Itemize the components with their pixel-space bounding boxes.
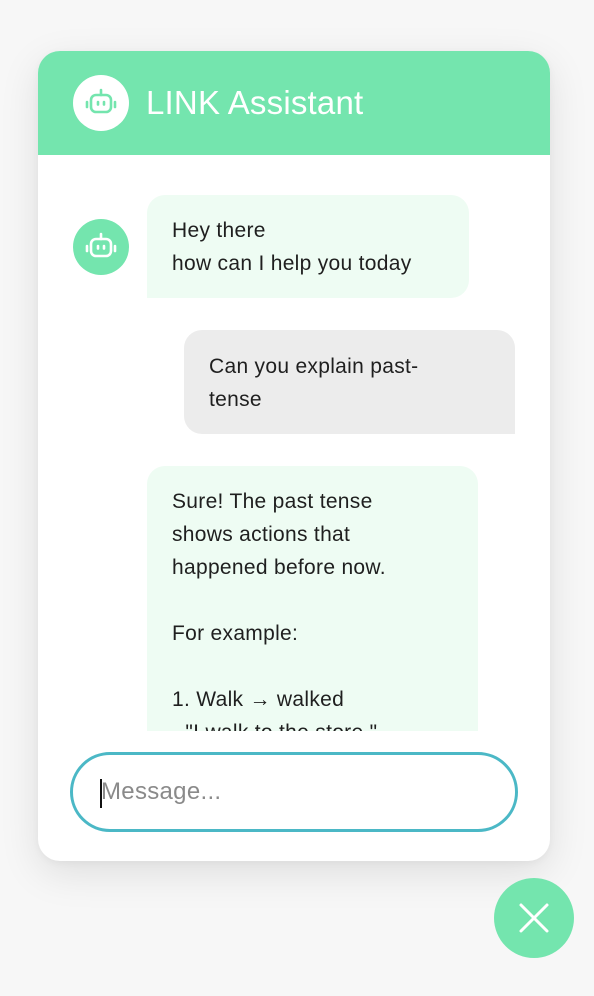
robot-icon xyxy=(85,88,117,114)
text-cursor xyxy=(100,779,102,808)
assistant-avatar xyxy=(73,75,129,131)
close-icon xyxy=(519,903,549,933)
chat-window: LINK Assistant Hey there how can I help … xyxy=(38,51,550,861)
bot-message: Sure! The past tense shows actions that … xyxy=(147,466,478,731)
bot-avatar xyxy=(73,219,129,275)
chat-header: LINK Assistant xyxy=(38,51,550,155)
robot-icon xyxy=(85,232,117,258)
message-input[interactable] xyxy=(101,769,481,815)
user-message: Can you explain past- tense xyxy=(184,330,515,434)
close-chat-button[interactable] xyxy=(494,878,574,958)
message-list[interactable]: Hey there how can I help you today Can y… xyxy=(38,155,550,731)
chat-title: LINK Assistant xyxy=(146,84,364,121)
message-input-container[interactable] xyxy=(70,752,518,832)
bot-message: Hey there how can I help you today xyxy=(147,195,469,298)
